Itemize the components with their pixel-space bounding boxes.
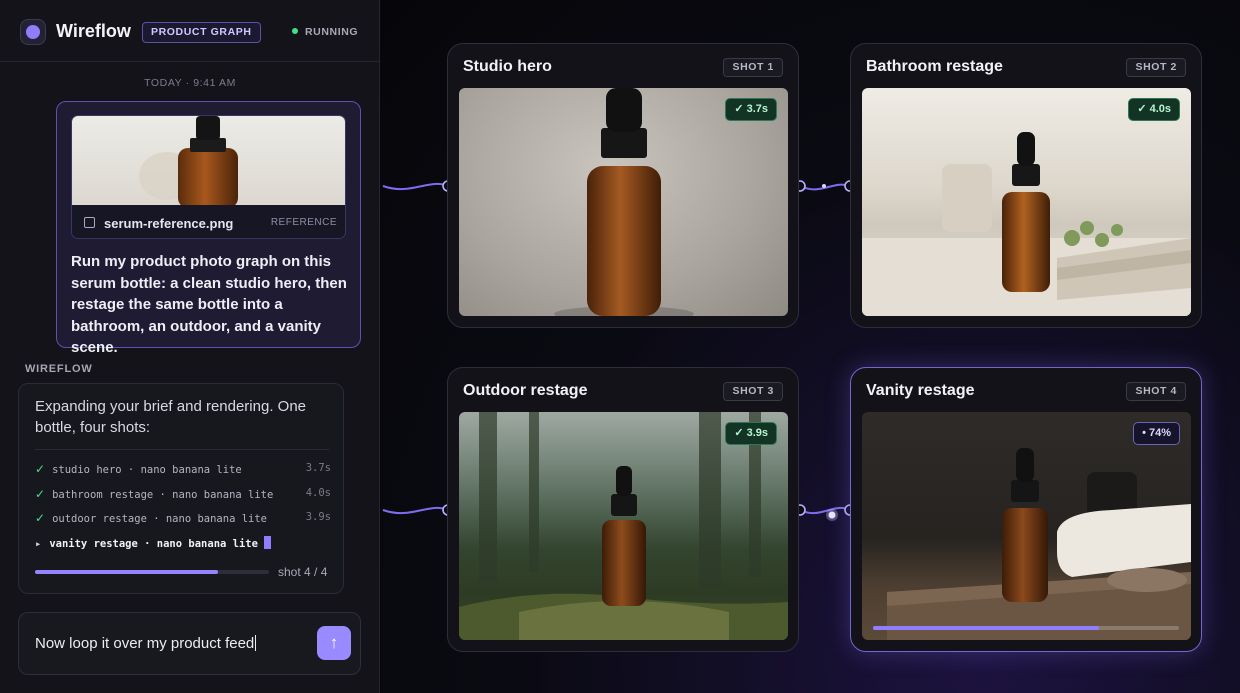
assistant-label: WIREFLOW — [25, 363, 93, 375]
render-preview[interactable]: ✓ 4.0s — [862, 88, 1191, 316]
card-title: Studio hero — [463, 58, 552, 75]
shot-badge: SHOT 1 — [723, 58, 783, 77]
render-step: ✓ studio hero · nano banana lite 3.7s — [35, 462, 331, 480]
render-progress-badge: • 74% — [1133, 422, 1180, 445]
image-icon — [84, 217, 95, 228]
logo-icon — [20, 19, 46, 45]
message-composer[interactable]: Now loop it over my product feed ↑ — [18, 612, 361, 675]
shot-badge: SHOT 4 — [1126, 382, 1186, 401]
step-label: bathroom restage · nano banana lite — [52, 489, 274, 501]
render-preview[interactable]: ✓ 3.7s — [459, 88, 788, 316]
attachment-thumbnail — [72, 116, 345, 208]
render-time-badge: ✓ 3.9s — [725, 422, 777, 445]
attachment-filename: serum-reference.png — [104, 216, 234, 231]
check-icon: ✓ — [35, 487, 46, 501]
send-button[interactable]: ↑ — [317, 626, 351, 660]
render-step: ✓ outdoor restage · nano banana lite 3.9s — [35, 511, 331, 529]
serum-bottle-image — [887, 448, 1191, 640]
chat-panel: Wireflow PRODUCT GRAPH RUNNING TODAY · 9… — [0, 0, 380, 693]
chat-header: Wireflow PRODUCT GRAPH RUNNING — [0, 0, 380, 62]
render-time-badge: ✓ 4.0s — [1128, 98, 1180, 121]
serum-bottle-image — [459, 412, 788, 640]
status-indicator: RUNNING — [292, 26, 358, 38]
divider — [35, 449, 329, 450]
render-step: ✓ bathroom restage · nano banana lite 4.0… — [35, 487, 331, 505]
assistant-message: Expanding your brief and rendering. One … — [18, 383, 344, 594]
step-time: 3.7s — [305, 462, 331, 474]
shot-card-vanity[interactable]: Vanity restage SHOT 4 • 74% — [850, 367, 1202, 652]
serum-bottle-image — [862, 132, 1191, 316]
render-progress-bar — [873, 626, 1179, 630]
render-progress-fill — [873, 626, 1100, 630]
shot-badge: SHOT 2 — [1126, 58, 1186, 77]
shot-card-outdoor[interactable]: Outdoor restage SHOT 3 ✓ 3.9s — [447, 367, 799, 652]
message-timestamp: TODAY · 9:41 AM — [144, 77, 236, 89]
typing-caret-icon — [263, 536, 271, 549]
step-label: studio hero · nano banana lite — [52, 464, 242, 476]
mode-badge: PRODUCT GRAPH — [142, 22, 261, 43]
composer-input[interactable]: Now loop it over my product feed — [35, 635, 256, 652]
step-label: outdoor restage · nano banana lite — [52, 513, 267, 525]
user-message-bubble: serum-reference.png REFERENCE Run my pro… — [56, 101, 361, 356]
render-progress-bar — [35, 570, 269, 574]
render-progress-fill — [35, 570, 218, 574]
render-step-active: ▸ vanity restage · nano banana lite — [35, 536, 331, 554]
attachment-tag: REFERENCE — [270, 217, 337, 228]
graph-canvas[interactable]: Studio hero SHOT 1 ✓ 3.7s Bathroom resta… — [381, 0, 1240, 693]
render-preview[interactable]: ✓ 3.9s — [459, 412, 788, 640]
render-progress-label: shot 4 / 4 — [278, 565, 328, 579]
render-preview[interactable]: • 74% — [862, 412, 1191, 640]
user-message-text: Run my product photo graph on this serum… — [71, 253, 347, 356]
shot-card-bathroom[interactable]: Bathroom restage SHOT 2 ✓ 4.0s — [850, 43, 1202, 328]
shot-badge: SHOT 3 — [723, 382, 783, 401]
serum-bottle-image — [554, 88, 694, 316]
status-dot-icon — [292, 28, 298, 34]
card-title: Vanity restage — [866, 382, 975, 399]
shot-card-studio[interactable]: Studio hero SHOT 1 ✓ 3.7s — [447, 43, 799, 328]
card-title: Bathroom restage — [866, 58, 1003, 75]
attachment-card[interactable]: serum-reference.png REFERENCE — [71, 115, 346, 239]
render-time-badge: ✓ 3.7s — [725, 98, 777, 121]
step-time: 4.0s — [305, 487, 331, 499]
assistant-message-text: Expanding your brief and rendering. One … — [35, 398, 307, 436]
app-window: Wireflow PRODUCT GRAPH RUNNING TODAY · 9… — [0, 0, 1240, 693]
app-name: Wireflow — [56, 21, 131, 41]
arrow-up-icon: ↑ — [329, 633, 339, 652]
check-icon: ✓ — [35, 462, 46, 476]
step-time: 3.9s — [305, 511, 331, 523]
status-text: RUNNING — [305, 26, 359, 38]
serum-bottle-thumbnail — [139, 116, 238, 208]
step-label: vanity restage · nano banana lite — [49, 538, 258, 550]
attachment-footer: serum-reference.png REFERENCE — [72, 205, 345, 238]
card-title: Outdoor restage — [463, 382, 588, 399]
check-icon: ✓ — [35, 511, 46, 525]
play-arrow-icon: ▸ — [35, 538, 42, 550]
